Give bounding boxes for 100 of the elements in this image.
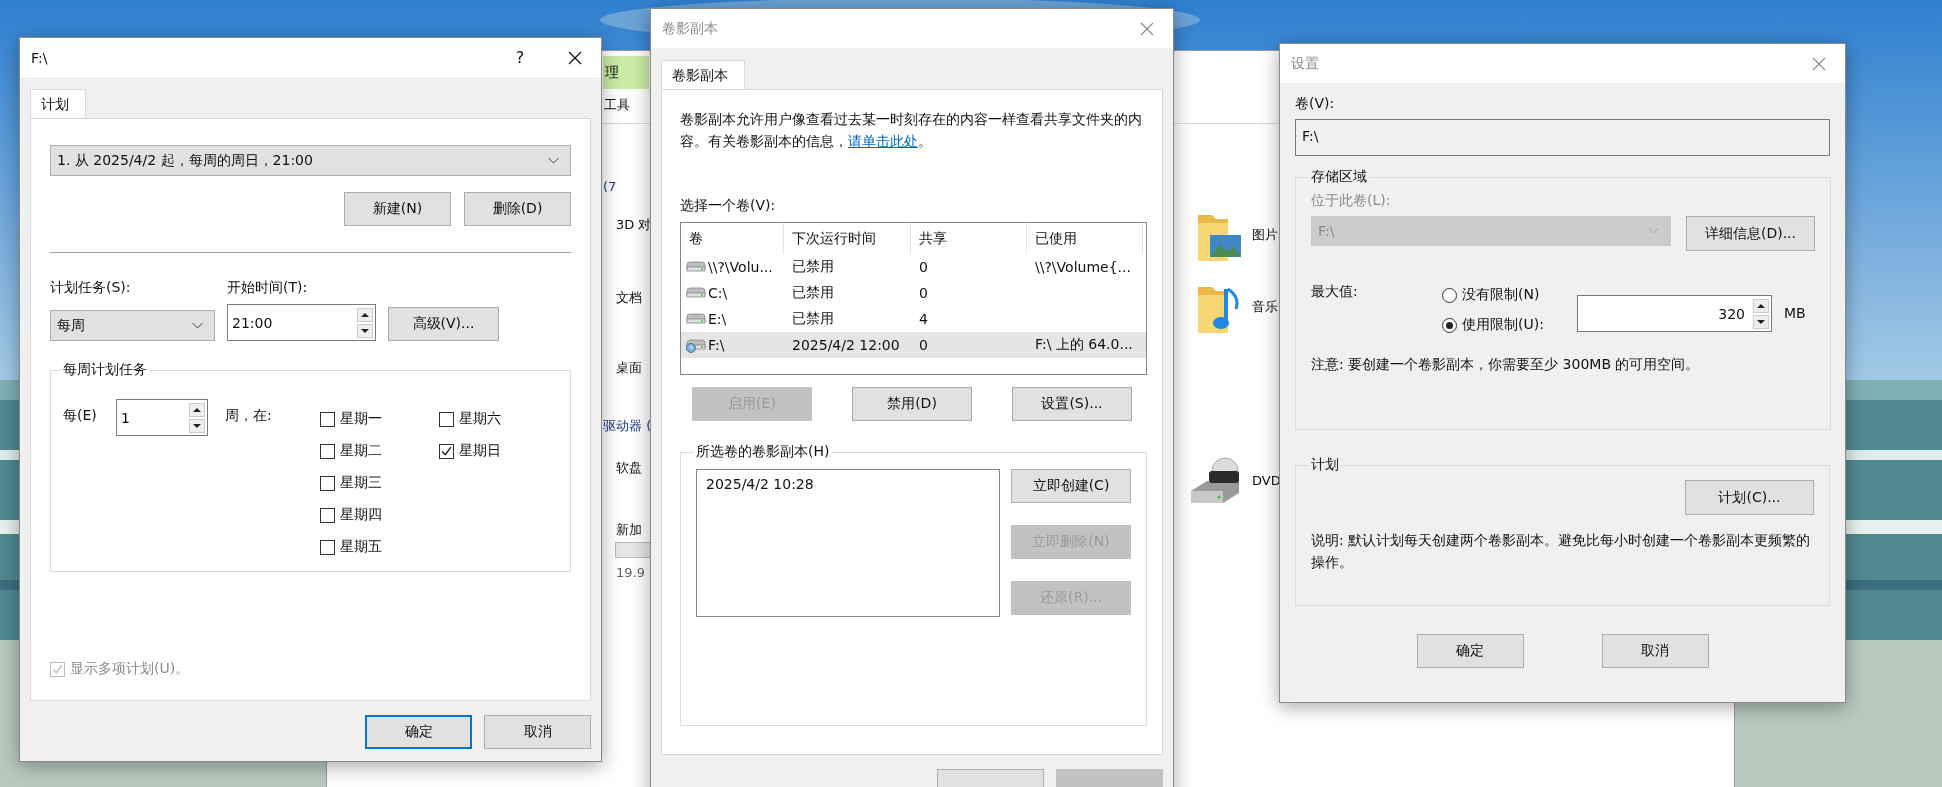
advanced-button[interactable]: 高级(V)... — [388, 307, 499, 341]
checkbox-label: 星期四 — [340, 506, 382, 524]
tab[interactable]: 卷影副本 — [661, 60, 745, 89]
chevron-icon — [191, 321, 204, 330]
checkbox[interactable] — [320, 507, 335, 523]
field-label: 计划任务(S): — [50, 279, 132, 297]
volume-row[interactable]: \\?\Volu... 已禁用 0 \\?\Volume{... — [681, 254, 1146, 280]
button[interactable]: 禁用(D) — [852, 387, 972, 421]
checkbox[interactable] — [320, 443, 335, 459]
table-cell-text: F:\ 上的 64.0... — [1034, 336, 1134, 354]
window-title: F:\ — [31, 49, 49, 66]
description-text: 卷影副本允许用户像查看过去某一时刻存在的内容一样查看共享文件夹的内容。有关卷影副本的信息，请单击此处。 — [680, 110, 1143, 151]
drive-icon — [686, 259, 706, 275]
table-cell-text: 已禁用 — [791, 310, 835, 328]
group-title: 每周计划任务 — [62, 361, 148, 379]
item-label[interactable]: 文档 — [616, 290, 642, 306]
chevron-icon — [1647, 227, 1660, 235]
window-title: 卷影副本 — [662, 19, 719, 38]
table-cell: \\?\Volu... — [708, 259, 773, 275]
field-label: 位于此卷(L): — [1311, 192, 1391, 208]
window-title: 设置 — [1291, 54, 1320, 73]
drive-size: 19.9 — [616, 565, 645, 581]
checkbox-label: 星期日 — [459, 442, 501, 460]
table-cell: C:\ — [708, 285, 728, 301]
item-label[interactable]: 新加 — [616, 522, 642, 538]
schedule-button[interactable]: 计划(C)... — [1685, 480, 1814, 515]
time-field[interactable]: 21:00 — [227, 304, 376, 341]
table-cell-text: 4 — [918, 311, 929, 327]
button[interactable]: 新建(N) — [344, 192, 451, 226]
list-item[interactable]: 2025/4/2 10:28 — [706, 476, 990, 492]
group-title: 所选卷的卷影副本(H) — [695, 443, 831, 461]
volume-list[interactable]: 卷 下次运行时间 共享 已使用 \\?\Volu... 已禁用 0 \\?\Volume{... C:\ 已禁用 0 E:\ 已禁用 4 F:\ 2025/4/2 12:00 0 F:\ 上的 64.0... — [680, 222, 1147, 375]
table-cell-text: 0 — [918, 337, 929, 353]
interval-field[interactable]: 1 — [116, 399, 208, 436]
task-dropdown[interactable]: 每周 — [50, 310, 215, 341]
group-title: 存储区域 — [1310, 168, 1368, 186]
group-header: 驱动器 ( — [603, 418, 652, 434]
unit-label: MB — [1784, 305, 1806, 321]
help-link[interactable]: 请单击此处 — [848, 133, 918, 149]
drive-icon — [686, 285, 706, 301]
field-label: 卷(V): — [1295, 95, 1336, 113]
chevron-icon — [547, 156, 560, 165]
column-header[interactable]: 已使用 — [1027, 223, 1143, 254]
schedule-dropdown[interactable]: 1. 从 2025/4/2 起，每周的周日，21:00 — [50, 145, 571, 176]
item-label[interactable]: 3D 对 — [616, 217, 652, 233]
help-button[interactable]: ? — [510, 48, 530, 67]
item-label[interactable]: 图片 — [1252, 227, 1278, 243]
field-label: 开始时间(T): — [227, 279, 309, 297]
dvd-drive-icon — [1189, 457, 1241, 505]
close-icon[interactable] — [568, 50, 582, 65]
field-label: 最大值: — [1311, 283, 1359, 301]
table-cell-text: 0 — [918, 259, 929, 275]
table-cell-text: \\?\Volume{... — [1034, 259, 1132, 275]
table-cell: E:\ — [708, 311, 727, 327]
table-cell-text: 已禁用 — [791, 258, 835, 276]
radio-label: 使用限制(U): — [1462, 316, 1544, 334]
limit-field[interactable]: 320 — [1577, 295, 1772, 332]
checkbox-label: 星期五 — [340, 538, 382, 556]
button[interactable]: 立即创建(C) — [1011, 469, 1131, 503]
button[interactable]: 删除(D) — [464, 192, 571, 226]
checkbox[interactable] — [320, 475, 335, 491]
button[interactable]: 设置(S)... — [1012, 387, 1132, 421]
item-label[interactable]: 桌面 — [616, 360, 642, 376]
field-label: 周，在: — [225, 407, 273, 425]
button[interactable]: 确定 — [1416, 634, 1524, 668]
checkbox-label: 星期六 — [459, 410, 501, 428]
radio-button[interactable] — [1442, 287, 1457, 303]
column-header[interactable]: 下次运行时间 — [784, 223, 911, 254]
volume-row[interactable]: F:\ 2025/4/2 12:00 0 F:\ 上的 64.0... — [681, 332, 1146, 358]
item-label[interactable]: 软盘 — [616, 460, 642, 476]
ribbon-tab[interactable]: 理 — [603, 56, 649, 89]
checkbox-label: 星期三 — [340, 474, 382, 492]
button[interactable]: 取消 — [1601, 634, 1709, 668]
ribbon-label[interactable]: 工具 — [604, 97, 630, 113]
copies-list[interactable]: 2025/4/2 10:28 — [696, 469, 1000, 617]
checkbox[interactable] — [320, 411, 335, 427]
button[interactable]: 取消 — [484, 715, 591, 749]
tab[interactable]: 计划 — [30, 89, 86, 118]
radio-label: 没有限制(N) — [1462, 286, 1540, 304]
checkbox[interactable] — [439, 411, 454, 427]
checkbox-label: 星期二 — [340, 442, 382, 460]
scheduled-drive-icon — [686, 337, 706, 353]
field-label: 选择一个卷(V): — [680, 197, 777, 215]
description-text: 说明: 默认计划每天创建两个卷影副本。避免比每小时创建一个卷影副本更频繁的操作。 — [1311, 531, 1812, 572]
button[interactable]: 确定 — [365, 715, 472, 749]
checkbox-label: 星期一 — [340, 410, 382, 428]
table-cell: F:\ — [708, 337, 725, 353]
table-cell-text: 已禁用 — [791, 284, 835, 302]
checkbox[interactable] — [439, 443, 454, 459]
item-label[interactable]: 音乐 — [1252, 299, 1278, 315]
column-header[interactable]: 卷 — [681, 223, 784, 254]
volume-field[interactable]: F:\ — [1295, 119, 1830, 156]
note-text: 注意: 要创建一个卷影副本，你需要至少 300MB 的可用空间。 — [1311, 356, 1701, 374]
column-header[interactable]: 共享 — [911, 223, 1027, 254]
checkbox[interactable] — [320, 539, 335, 555]
radio-button[interactable] — [1442, 317, 1457, 333]
volume-row[interactable]: C:\ 已禁用 0 — [681, 280, 1146, 306]
volume-row[interactable]: E:\ 已禁用 4 — [681, 306, 1146, 332]
details-button[interactable]: 详细信息(D)... — [1686, 216, 1815, 251]
field-label: 每(E) — [63, 407, 98, 425]
